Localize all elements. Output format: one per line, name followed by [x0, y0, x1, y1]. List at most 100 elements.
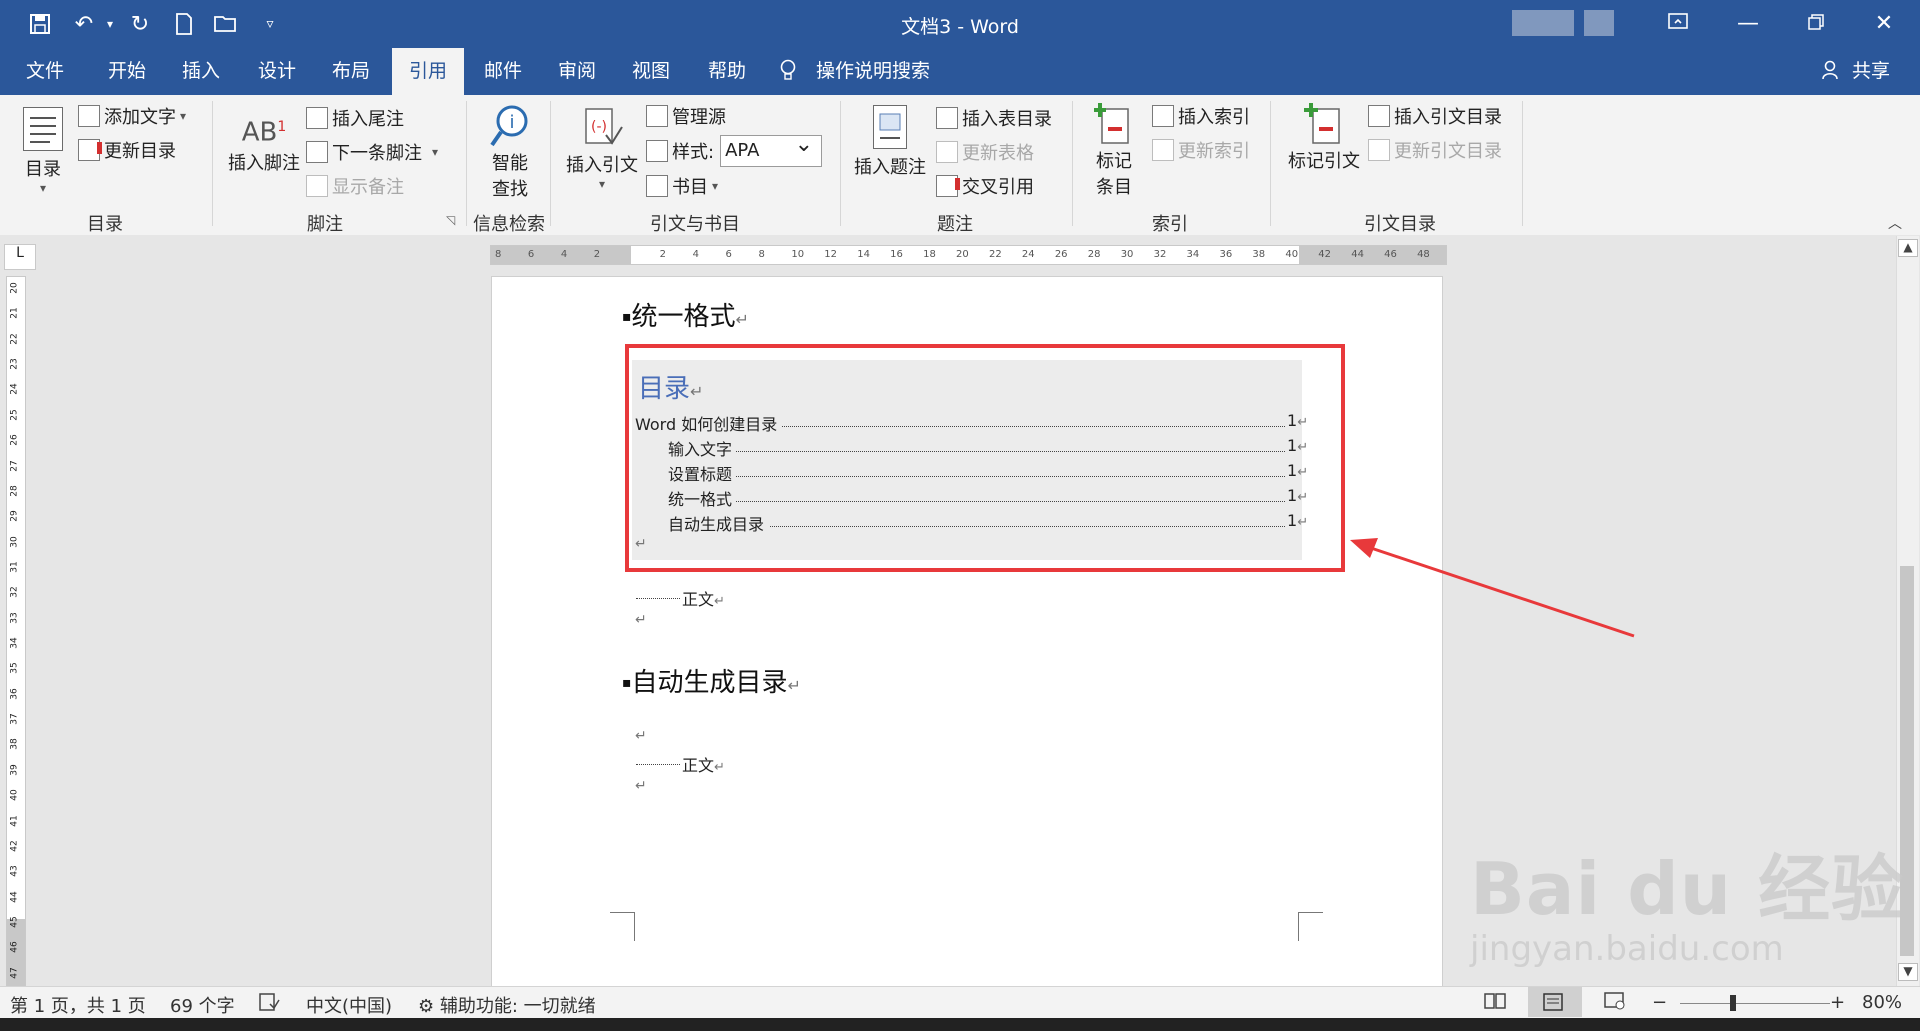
zoom-out-icon[interactable]: −	[1652, 992, 1667, 1013]
language[interactable]: 中文(中国)	[306, 992, 392, 1018]
mark-entry-icon	[1084, 101, 1144, 147]
mark-citation-button[interactable]: 标记引文	[1282, 101, 1366, 173]
heading-unify-format[interactable]: ▪统一格式↵	[622, 296, 749, 333]
tab-design[interactable]: 设计	[246, 48, 308, 95]
chevron-down-icon: ▾	[39, 181, 47, 195]
ruler-tick-label: 48	[1417, 249, 1430, 260]
watermark-url: jingyan.baidu.com	[1470, 929, 1784, 969]
insert-endnote-button[interactable]: 插入尾注	[306, 105, 404, 131]
insert-footnote-button[interactable]: AB1 插入脚注	[224, 105, 304, 175]
ruler-tick-label: 2	[659, 249, 667, 260]
dialog-launcher-icon[interactable]: ◹	[446, 213, 455, 227]
horizontal-ruler[interactable]: 8 6 4 2 2 4 6 8 10 12 14 16 18 20 22 24 26 28 30 32 34 36 38 40…	[490, 245, 1447, 265]
body-text[interactable]: 正文↵	[682, 752, 725, 776]
tab-file[interactable]: 文件	[14, 48, 76, 95]
minimize-icon[interactable]: —	[1728, 8, 1768, 40]
toc-entry[interactable]: 统一格式	[668, 486, 732, 510]
insert-caption-label: 插入题注	[854, 157, 926, 178]
person-icon	[1822, 60, 1846, 82]
body-text[interactable]: 正文↵	[682, 586, 725, 610]
tab-layout[interactable]: 布局	[320, 48, 382, 95]
web-layout-icon[interactable]	[1604, 992, 1626, 1015]
toc-page-number: 1↵	[1287, 486, 1308, 505]
insert-table-of-figures-button[interactable]: 插入表目录	[936, 105, 1052, 131]
tab-references[interactable]: 引用	[392, 48, 464, 95]
accessibility-status[interactable]: ⚙ 辅助功能: 一切就绪	[418, 992, 596, 1018]
insert-table-of-authorities-button[interactable]: 插入引文目录	[1368, 103, 1502, 129]
toc-entry[interactable]: Word 如何创建目录	[635, 411, 777, 435]
ruler-tick-label: 26	[9, 434, 20, 446]
collapse-ribbon-icon[interactable]: ︿	[1888, 213, 1902, 233]
show-notes-button[interactable]: 显示备注	[306, 173, 404, 199]
vertical-ruler[interactable]: 20 21 22 23 24 25 26 27 28 29 30 31 32 33 34 35 36 37 38 39…	[6, 276, 26, 988]
update-index-button[interactable]: 更新索引	[1152, 137, 1250, 163]
ribbon-references: 目录 ▾ 添加文字 ▾ 更新目录 目录 AB1 插入脚注 插入尾注 下一条脚注 ▾ …	[0, 95, 1920, 236]
close-icon[interactable]: ✕	[1864, 8, 1904, 40]
zoom-in-icon[interactable]: +	[1830, 992, 1845, 1013]
manage-sources-label: 管理源	[672, 107, 726, 128]
group-label-toc: 目录	[87, 214, 123, 235]
read-mode-icon[interactable]	[1484, 992, 1506, 1015]
toc-entry[interactable]: 自动生成目录	[668, 511, 764, 535]
annotation-arrow	[1350, 538, 1635, 638]
tab-insert[interactable]: 插入	[170, 48, 232, 95]
toc-page-number-value: 1	[1287, 411, 1298, 430]
page-count[interactable]: 第 1 页，共 1 页	[10, 992, 146, 1018]
ruler-tick-label: 32	[1153, 249, 1167, 260]
group-divider	[1270, 101, 1271, 226]
next-footnote-button[interactable]: 下一条脚注 ▾	[306, 139, 438, 165]
manage-sources-button[interactable]: 管理源	[646, 103, 726, 129]
insert-endnote-icon	[306, 107, 328, 129]
chevron-down-icon: ▾	[712, 179, 719, 193]
mark-citation-label: 标记引文	[1288, 151, 1360, 172]
ruler-tick-label: 44	[9, 890, 20, 903]
tab-view[interactable]: 视图	[620, 48, 682, 95]
share-button[interactable]: 共享	[1822, 48, 1890, 95]
insert-citation-label: 插入引文	[566, 155, 638, 176]
mark-entry-button[interactable]: 标记 条目	[1084, 101, 1144, 199]
print-layout-button[interactable]	[1528, 987, 1582, 1017]
update-table-of-authorities-button[interactable]: 更新引文目录	[1368, 137, 1502, 163]
add-text-button[interactable]: 添加文字 ▾	[78, 103, 186, 129]
update-toa-label: 更新引文目录	[1394, 141, 1502, 162]
tab-help[interactable]: 帮助	[696, 48, 758, 95]
restore-icon[interactable]	[1796, 8, 1836, 40]
toc-entry[interactable]: 输入文字	[668, 436, 732, 460]
smart-lookup-button[interactable]: i 智能 查找	[478, 103, 542, 201]
ruler-tick-label: 34	[1186, 249, 1200, 260]
avatar[interactable]	[1584, 10, 1614, 36]
toc-page-number-value: 1	[1287, 436, 1298, 455]
tab-selector[interactable]: L	[4, 244, 36, 270]
mark-citation-icon	[1282, 101, 1366, 147]
footnote-ab-icon: AB1	[241, 117, 287, 148]
ribbon-display-options-icon[interactable]	[1658, 8, 1698, 40]
next-footnote-label: 下一条脚注	[332, 143, 422, 164]
zoom-slider-thumb[interactable]	[1730, 995, 1736, 1011]
update-toc-button[interactable]: 更新目录	[78, 137, 176, 163]
zoom-slider-track[interactable]	[1680, 1003, 1830, 1004]
table-of-contents-button[interactable]: 目录 ▾	[18, 107, 68, 195]
cross-reference-button[interactable]: 交叉引用	[936, 173, 1034, 199]
update-table-button[interactable]: 更新表格	[936, 139, 1034, 165]
highlight-box	[625, 344, 1345, 572]
proofing-icon[interactable]	[258, 992, 280, 1017]
insert-citation-button[interactable]: (-) 插入引文 ▾	[562, 105, 642, 191]
zoom-level[interactable]: 80%	[1862, 992, 1902, 1013]
tell-me-search[interactable]: 操作说明搜索	[780, 48, 930, 95]
tab-review[interactable]: 审阅	[546, 48, 608, 95]
toc-entry[interactable]: 设置标题	[668, 461, 732, 485]
bibliography-button[interactable]: 书目 ▾	[646, 173, 718, 199]
scroll-up-icon[interactable]: ▲	[1898, 239, 1918, 257]
toc-leader-dots	[736, 451, 1285, 452]
tab-home[interactable]: 开始	[96, 48, 158, 95]
tab-mailings[interactable]: 邮件	[472, 48, 534, 95]
toc-title[interactable]: 目录↵	[638, 368, 703, 405]
insert-caption-button[interactable]: 插入题注	[852, 105, 928, 179]
heading-auto-generate-toc[interactable]: ▪自动生成目录↵	[622, 662, 801, 699]
paragraph-mark: ↵	[714, 594, 725, 609]
insert-index-button[interactable]: 插入索引	[1152, 103, 1250, 129]
paragraph-mark: ↵	[635, 612, 647, 628]
citation-style-select[interactable]: APA	[720, 130, 823, 167]
word-count[interactable]: 69 个字	[170, 992, 235, 1018]
ruler-tick-label: 47	[9, 966, 20, 979]
